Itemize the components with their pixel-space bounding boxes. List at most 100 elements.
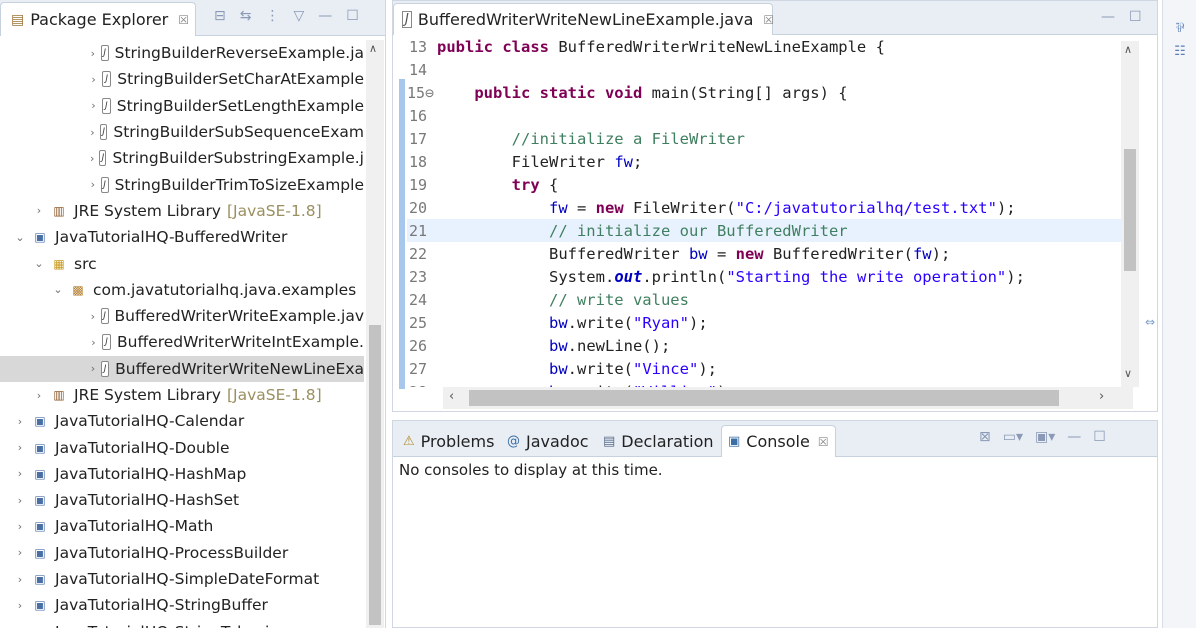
close-icon[interactable]: ☒ bbox=[763, 13, 774, 27]
tree-item[interactable]: › J BufferedWriterWriteIntExample. bbox=[0, 329, 364, 355]
hscroll-thumb[interactable] bbox=[469, 390, 1059, 406]
scroll-up-icon[interactable]: ∧ bbox=[369, 42, 377, 55]
tree-item[interactable]: › J StringBuilderSubstringExample.j bbox=[0, 145, 364, 171]
scroll-right-icon[interactable]: › bbox=[1099, 389, 1104, 404]
line-number: 15⊖ bbox=[407, 83, 435, 102]
scroll-thumb[interactable] bbox=[369, 325, 381, 625]
scroll-left-icon[interactable]: ‹ bbox=[449, 389, 454, 404]
chevron-right-icon[interactable]: › bbox=[13, 441, 27, 454]
tree-item[interactable]: ⌄ ▦ src bbox=[0, 250, 364, 276]
tree-item[interactable]: › ▥ JRE System Library [JavaSE-1.8] bbox=[0, 198, 364, 224]
tab-console[interactable]: ▣ Console ☒ bbox=[721, 425, 836, 457]
chevron-right-icon[interactable]: › bbox=[32, 204, 46, 217]
tree-item[interactable]: › J BufferedWriterWriteExample.jav bbox=[0, 303, 364, 329]
scroll-up-icon[interactable]: ∧ bbox=[1124, 43, 1132, 56]
pin-console-icon[interactable]: ⊠ bbox=[979, 429, 991, 445]
tab-problems[interactable]: ⚠ Problems bbox=[397, 425, 500, 457]
minimize-icon[interactable]: — bbox=[318, 8, 332, 24]
tree-item[interactable]: › J StringBuilderReverseExample.ja bbox=[0, 40, 364, 66]
chevron-right-icon[interactable]: › bbox=[13, 467, 27, 480]
tab-declaration[interactable]: ▤ Declaration bbox=[597, 425, 720, 457]
tree-item[interactable]: › ▣ JavaTutorialHQ-HashSet bbox=[0, 487, 364, 513]
code-line[interactable]: 17 //initialize a FileWriter bbox=[407, 127, 1127, 150]
library-icon: ▥ bbox=[53, 388, 65, 402]
chevron-down-icon[interactable]: ⌄ bbox=[32, 257, 46, 270]
scroll-thumb[interactable] bbox=[1124, 149, 1136, 271]
link-with-editor-icon[interactable]: ⇆ bbox=[240, 8, 252, 24]
filter-icon[interactable]: ⋮ bbox=[265, 8, 279, 24]
tree-item[interactable]: › ▣ JavaTutorialHQ-Math bbox=[0, 513, 364, 539]
project-icon: ▣ bbox=[34, 572, 46, 587]
tree-item-label: JavaTutorialHQ-HashMap bbox=[55, 464, 247, 483]
tree-item[interactable]: › ▣ JavaTutorialHQ-HashMap bbox=[0, 461, 364, 487]
code-line[interactable]: 16 bbox=[407, 104, 1127, 127]
minimize-icon[interactable]: — bbox=[1067, 429, 1081, 445]
tab-editor-file[interactable]: J BufferedWriterWriteNewLineExample.java… bbox=[393, 3, 774, 35]
chevron-right-icon: › bbox=[90, 362, 96, 376]
code-line[interactable]: 18 FileWriter fw; bbox=[407, 150, 1127, 173]
tab-package-explorer[interactable]: ▤ Package Explorer ☒ bbox=[0, 2, 196, 36]
minimize-icon[interactable]: — bbox=[1101, 9, 1115, 25]
tree-item[interactable]: ⌄ ▣ JavaTutorialHQ-BufferedWriter bbox=[0, 224, 364, 250]
chevron-right-icon[interactable]: › bbox=[13, 415, 27, 428]
file-icon: J bbox=[102, 71, 112, 88]
code-area[interactable]: 13 public class BufferedWriterWriteNewLin… bbox=[407, 35, 1127, 387]
code-line[interactable]: 14 bbox=[407, 58, 1127, 81]
tree-item[interactable]: › ▣ JavaTutorialHQ-Calendar bbox=[0, 408, 364, 434]
display-console-icon[interactable]: ▭▾ bbox=[1003, 429, 1023, 445]
editor-vscrollbar[interactable]: ∧ ∨ bbox=[1121, 41, 1139, 387]
maximize-icon[interactable]: ☐ bbox=[346, 8, 359, 24]
view-menu-icon[interactable]: ▽ bbox=[293, 8, 304, 24]
chevron-right-icon[interactable]: › bbox=[13, 573, 27, 586]
chevron-down-icon[interactable]: ⌄ bbox=[51, 283, 65, 296]
chevron-right-icon[interactable]: › bbox=[13, 520, 27, 533]
tree-item-label: StringBuilderSubSequenceExam bbox=[113, 123, 364, 142]
code-line[interactable]: 25 bw.write("Ryan"); bbox=[407, 312, 1127, 335]
code-text: BufferedWriter bw = new BufferedWriter(f… bbox=[437, 244, 951, 263]
code-text: public static void main(String[] args) { bbox=[474, 83, 848, 102]
tree-item-label: BufferedWriterWriteIntExample. bbox=[117, 333, 364, 352]
outline-icon[interactable]: ☷ bbox=[1171, 44, 1189, 62]
code-line[interactable]: 23 System.out.println("Starting the writ… bbox=[407, 265, 1127, 288]
editor-hscrollbar[interactable]: ‹ › bbox=[443, 387, 1133, 409]
chevron-right-icon[interactable]: › bbox=[13, 599, 27, 612]
code-line[interactable]: 13 public class BufferedWriterWriteNewLin… bbox=[407, 35, 1127, 58]
open-console-icon[interactable]: ▣▾ bbox=[1035, 429, 1055, 445]
code-line[interactable]: 24 // write values bbox=[407, 289, 1127, 312]
code-line[interactable]: 20 fw = new FileWriter("C:/javatutorialh… bbox=[407, 196, 1127, 219]
code-line[interactable]: 22 BufferedWriter bw = new BufferedWrite… bbox=[407, 242, 1127, 265]
tree-item[interactable]: › ▣ JavaTutorialHQ-StringBuffer bbox=[0, 592, 364, 618]
explorer-scrollbar[interactable]: ∧ bbox=[366, 40, 384, 628]
close-icon[interactable]: ☒ bbox=[178, 13, 189, 27]
overview-marker-icon[interactable]: ⇔ bbox=[1145, 315, 1155, 329]
tree-item[interactable]: › J StringBuilderTrimToSizeExample bbox=[0, 171, 364, 197]
tree-item[interactable]: › ▣ JavaTutorialHQ-SimpleDateFormat bbox=[0, 566, 364, 592]
maximize-icon[interactable]: ☐ bbox=[1093, 429, 1106, 445]
chevron-right-icon[interactable]: › bbox=[13, 494, 27, 507]
code-line[interactable]: 19 try { bbox=[407, 173, 1127, 196]
tree-item[interactable]: › J StringBuilderSetCharAtExample bbox=[0, 66, 364, 92]
tree-item[interactable]: › J StringBuilderSetLengthExample bbox=[0, 93, 364, 119]
code-line[interactable]: 15⊖ public static void main(String[] arg… bbox=[407, 81, 1127, 104]
tree-item[interactable]: ⌄ ▩ com.javatutorialhq.java.examples bbox=[0, 277, 364, 303]
code-line[interactable]: 26 bw.newLine(); bbox=[407, 335, 1127, 358]
chevron-down-icon[interactable]: ⌄ bbox=[13, 231, 27, 244]
collapse-all-icon[interactable]: ⊟ bbox=[214, 8, 226, 24]
tree-item[interactable]: › J StringBuilderSubSequenceExam bbox=[0, 119, 364, 145]
tree-item[interactable]: › ▣ JavaTutorialHQ-ProcessBuilder bbox=[0, 540, 364, 566]
code-line[interactable]: 27 bw.write("Vince"); bbox=[407, 358, 1127, 381]
tree-item[interactable]: ›▣JavaTutorialHQ-StringTokenizer bbox=[0, 619, 364, 628]
tree-item[interactable]: › ▣ JavaTutorialHQ-Double bbox=[0, 434, 364, 460]
code-line[interactable]: 21 // initialize our BufferedWriter bbox=[407, 219, 1127, 243]
file-icon: J bbox=[100, 176, 109, 193]
task-list-icon[interactable]: ⅌ bbox=[1171, 18, 1189, 36]
tab-javadoc[interactable]: @ Javadoc bbox=[501, 425, 595, 457]
chevron-right-icon[interactable]: › bbox=[32, 389, 46, 402]
chevron-right-icon[interactable]: › bbox=[13, 546, 27, 559]
package-explorer-view: ▤ Package Explorer ☒ ⊟ ⇆ ⋮ ▽ — ☐ › J Strin… bbox=[0, 0, 386, 628]
close-icon[interactable]: ☒ bbox=[818, 435, 829, 449]
maximize-icon[interactable]: ☐ bbox=[1129, 9, 1142, 25]
tree-item[interactable]: › J BufferedWriterWriteNewLineExa bbox=[0, 355, 364, 382]
tree-item[interactable]: › ▥ JRE System Library [JavaSE-1.8] bbox=[0, 382, 364, 408]
scroll-down-icon[interactable]: ∨ bbox=[1124, 367, 1132, 380]
